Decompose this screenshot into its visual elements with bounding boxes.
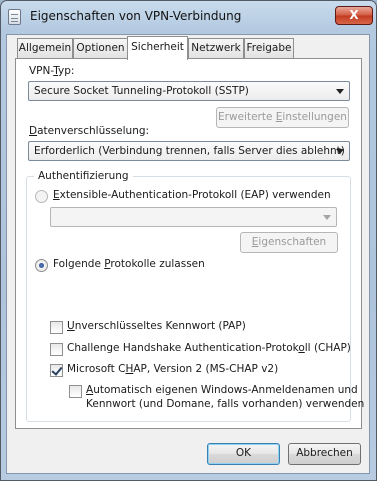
chevron-down-icon xyxy=(323,215,331,220)
eap-radio-label: Extensible-Authentication-Protokoll (EAP… xyxy=(53,189,331,201)
encryption-dropdown[interactable]: Erforderlich (Verbindung trennen, falls … xyxy=(28,141,350,161)
chap-label: Challenge Handshake Authentication-Proto… xyxy=(67,342,351,354)
title-bar[interactable]: Eigenschaften von VPN-Verbindung X xyxy=(0,0,377,34)
encryption-value: Erforderlich (Verbindung trennen, falls … xyxy=(34,145,345,157)
vpn-type-value: Secure Socket Tunneling-Protokoll (SSTP) xyxy=(34,85,249,97)
tab-netzwerk[interactable]: Netzwerk xyxy=(188,38,244,58)
vpn-type-dropdown[interactable]: Secure Socket Tunneling-Protokoll (SSTP) xyxy=(28,81,350,101)
authentication-group-title: Authentifizierung xyxy=(34,170,133,182)
vpn-connection-icon xyxy=(8,9,21,25)
tab-allgemein[interactable]: Allgemein xyxy=(17,38,73,58)
vpn-type-label: VPN-Typ: xyxy=(29,65,75,77)
advanced-settings-button[interactable]: Erweiterte Einstellungen xyxy=(216,107,349,128)
chevron-down-icon xyxy=(336,149,344,154)
eap-method-dropdown[interactable] xyxy=(50,207,337,227)
chevron-down-icon xyxy=(336,89,344,94)
ok-button[interactable]: OK xyxy=(207,443,280,465)
auto-logon-checkbox[interactable] xyxy=(69,385,82,398)
mschapv2-checkbox[interactable] xyxy=(50,364,63,377)
tab-freigabe[interactable]: Freigabe xyxy=(244,38,294,58)
window-title: Eigenschaften von VPN-Verbindung xyxy=(30,9,242,23)
chap-checkbox[interactable] xyxy=(50,343,63,356)
auto-logon-label-line2: Kennwort (und Domane, falls vorhanden) v… xyxy=(86,398,365,410)
mschapv2-label: Microsoft CHAP, Version 2 (MS-CHAP v2) xyxy=(67,363,279,375)
auto-logon-label-line1: Automatisch eigenen Windows-Anmeldenamen… xyxy=(86,384,358,396)
encryption-label: Datenverschlüsselung: xyxy=(29,125,150,137)
eap-radio[interactable] xyxy=(35,190,48,203)
cancel-button[interactable]: Abbrechen xyxy=(288,443,361,465)
tab-sicherheit[interactable]: Sicherheit xyxy=(127,36,188,60)
close-button[interactable]: X xyxy=(335,6,373,25)
pap-checkbox[interactable] xyxy=(50,321,63,334)
pap-label: Unverschlüsseltes Kennwort (PAP) xyxy=(67,320,246,332)
allow-protocols-radio[interactable] xyxy=(35,259,48,272)
eap-properties-button[interactable]: Eigenschaften xyxy=(240,232,338,253)
tab-optionen[interactable]: Optionen xyxy=(73,38,128,58)
allow-protocols-label: Folgende Protokolle zulassen xyxy=(53,258,205,270)
